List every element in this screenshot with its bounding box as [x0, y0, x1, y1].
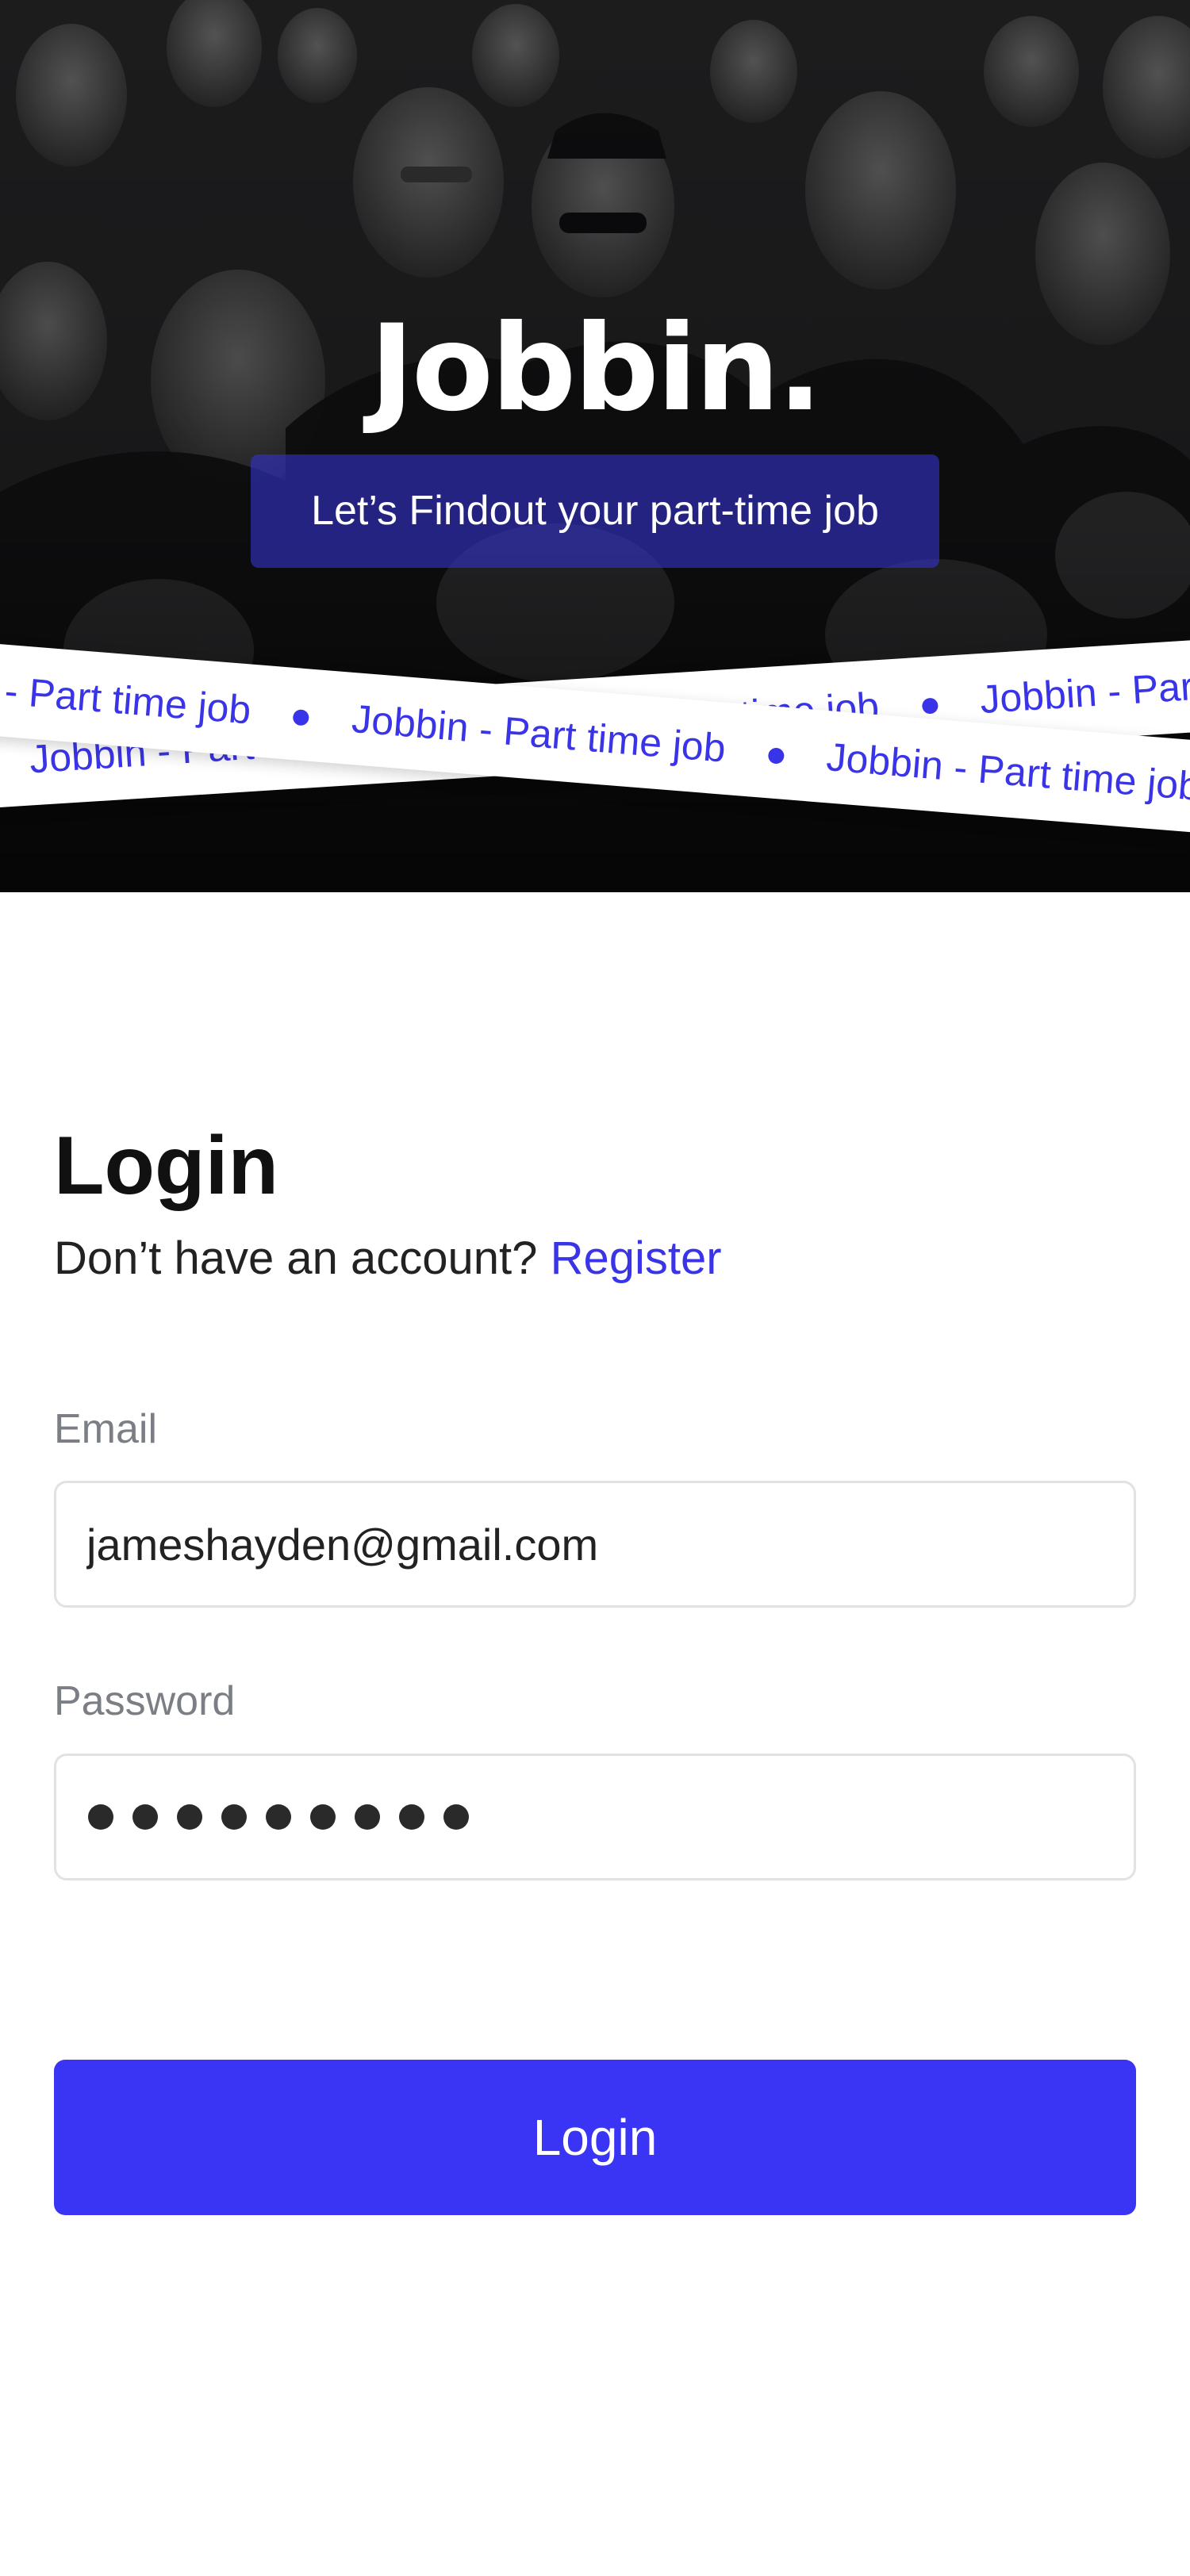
password-dot	[132, 1804, 158, 1830]
password-label: Password	[54, 1678, 236, 1724]
ribbon-dot-icon	[292, 708, 310, 726]
email-label: Email	[54, 1406, 158, 1452]
password-dot	[399, 1804, 424, 1830]
page-title: Login	[54, 1120, 279, 1212]
password-dot	[355, 1804, 380, 1830]
password-dot	[310, 1804, 336, 1830]
password-dot	[443, 1804, 469, 1830]
login-screen: Jobbin. Let’s Findout your part-time job…	[0, 0, 1190, 2576]
register-link[interactable]: Register	[551, 1232, 722, 1284]
password-dot	[266, 1804, 291, 1830]
no-account-text: Don’t have an account?	[54, 1232, 538, 1284]
hero-tagline: Let’s Findout your part-time job	[251, 454, 939, 568]
password-dot	[221, 1804, 247, 1830]
password-dot	[177, 1804, 202, 1830]
password-dot	[88, 1804, 113, 1830]
password-masked-value	[88, 1756, 469, 1878]
email-field[interactable]	[86, 1483, 1102, 1605]
login-button[interactable]: Login	[54, 2060, 1136, 2215]
register-prompt: Don’t have an account? Register	[54, 1231, 1136, 1286]
email-field-container	[54, 1481, 1136, 1608]
brand-logo-text: Jobbin.	[370, 300, 823, 438]
login-header: Login Don’t have an account? Register	[54, 1110, 1136, 1286]
hero-banner: Jobbin. Let’s Findout your part-time job…	[0, 0, 1190, 892]
password-field[interactable]	[54, 1754, 1136, 1880]
ribbon-dot-icon	[921, 697, 939, 715]
ribbon-dot-icon	[767, 746, 785, 765]
